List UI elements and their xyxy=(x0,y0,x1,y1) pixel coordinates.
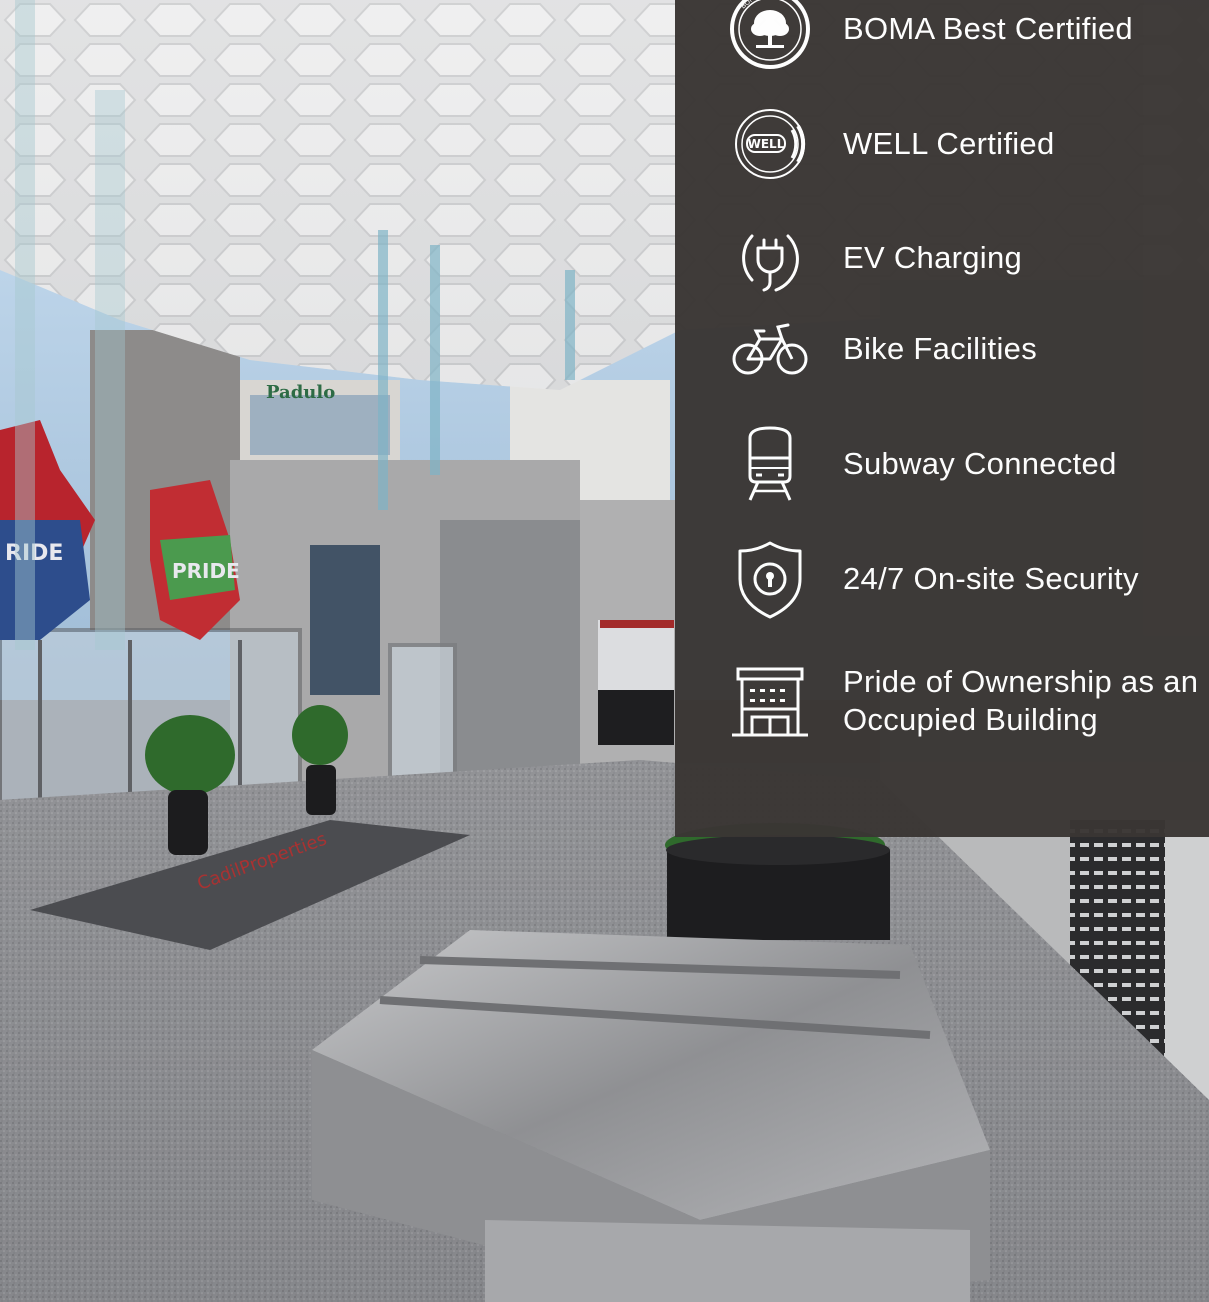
train-icon xyxy=(730,424,810,504)
svg-text:PRIDE: PRIDE xyxy=(172,559,240,583)
feature-label: Pride of Ownership as an Occupied Buildi… xyxy=(843,663,1205,739)
shield-keyhole-icon xyxy=(730,539,810,619)
features-panel: BOMA BEST BOMA Best Certified WELL WELL … xyxy=(675,0,1209,837)
feature-label: 24/7 On-site Security xyxy=(843,561,1139,596)
bicycle-icon xyxy=(730,309,810,389)
feature-ev-charging: EV Charging xyxy=(675,213,1209,303)
feature-label-line: Occupied Building xyxy=(843,702,1098,737)
feature-label: Bike Facilities xyxy=(843,331,1037,366)
feature-label: Subway Connected xyxy=(843,446,1117,481)
feature-security: 24/7 On-site Security xyxy=(675,534,1209,624)
boma-best-seal-icon: BOMA BEST xyxy=(730,0,810,69)
feature-pride-of-ownership: Pride of Ownership as an Occupied Buildi… xyxy=(675,656,1209,746)
well-seal-text: WELL xyxy=(748,137,785,151)
feature-boma-best: BOMA BEST BOMA Best Certified xyxy=(675,0,1209,74)
feature-subway-connected: Subway Connected xyxy=(675,419,1209,509)
boma-seal-text: BOMA BEST xyxy=(739,0,776,11)
feature-label: WELL Certified xyxy=(843,126,1055,161)
feature-label-line: Pride of Ownership as an xyxy=(843,664,1199,699)
feature-label: EV Charging xyxy=(843,240,1023,275)
feature-bike-facilities: Bike Facilities xyxy=(675,304,1209,394)
office-building-icon xyxy=(730,661,810,741)
svg-text:Padulo: Padulo xyxy=(266,382,335,403)
feature-label: BOMA Best Certified xyxy=(843,11,1133,46)
ev-plug-icon xyxy=(730,218,810,298)
feature-well: WELL WELL Certified xyxy=(675,99,1209,189)
well-seal-icon: WELL xyxy=(730,104,810,184)
